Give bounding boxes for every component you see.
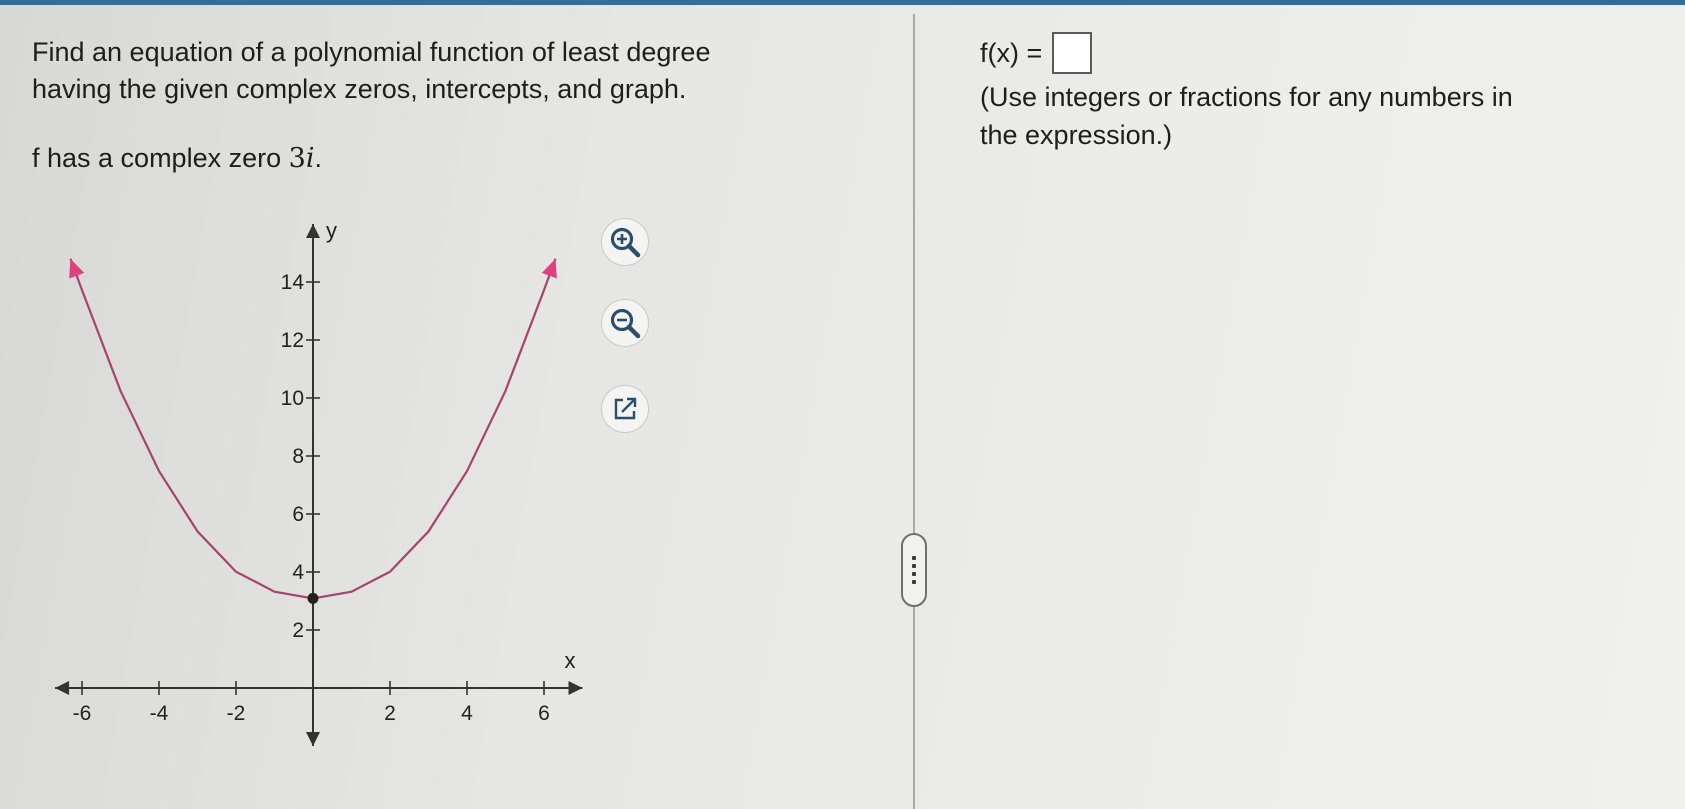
x-axis-right-arrow: [568, 681, 583, 695]
answer-instructions: (Use integers or fractions for any numbe…: [980, 78, 1640, 154]
y-tick-label: 12: [281, 329, 304, 352]
y-tick-label: 14: [281, 271, 305, 294]
y-tick-label: 8: [292, 445, 304, 468]
curve-right-arrow: [541, 258, 557, 279]
zero-value: 3i: [289, 143, 315, 174]
answer-row: f(x) =: [980, 32, 1093, 74]
zoom-out-button[interactable]: [601, 299, 649, 347]
external-link-icon: [614, 397, 637, 420]
zero-suffix: .: [314, 143, 322, 173]
y-axis-label: y: [326, 218, 337, 243]
y-intercept-point: [307, 592, 319, 604]
handle-dot: [912, 564, 916, 568]
y-tick-label: 10: [281, 387, 304, 410]
top-accent-bar: [0, 0, 1685, 5]
x-tick-label: 2: [384, 702, 396, 725]
y-tick-label: 4: [292, 561, 304, 584]
instruction-line-1: (Use integers or fractions for any numbe…: [980, 82, 1513, 112]
y-axis-up-arrow: [306, 224, 320, 238]
x-tick-label: -4: [150, 702, 169, 725]
zoom-out-icon: [610, 308, 641, 339]
handle-dot: [912, 556, 916, 560]
question-line-2: having the given complex zeros, intercep…: [32, 74, 687, 104]
answer-input-box[interactable]: [1052, 32, 1093, 74]
handle-dot: [912, 580, 916, 584]
x-tick-label: -2: [227, 702, 246, 725]
zoom-in-icon: [610, 227, 641, 258]
handle-dot: [912, 572, 916, 576]
y-tick-label: 6: [292, 503, 304, 526]
y-axis-down-arrow: [306, 732, 320, 746]
panel-resize-handle[interactable]: [901, 533, 927, 607]
answer-label: f(x) =: [980, 37, 1043, 68]
y-tick-label: 2: [292, 619, 304, 642]
popout-graph-button[interactable]: [601, 385, 649, 433]
x-axis-left-arrow: [55, 681, 70, 695]
zero-prefix: f has a complex zero: [32, 143, 289, 173]
zero-number: 3: [288, 143, 306, 174]
x-axis-label: x: [565, 648, 576, 673]
curve-left-arrow: [69, 258, 85, 279]
complex-zero-statement: f has a complex zero 3i.: [32, 143, 322, 174]
x-tick-label: -6: [73, 702, 92, 725]
panel-divider: [913, 14, 915, 809]
x-tick-label: 4: [461, 702, 473, 725]
question-prompt: Find an equation of a polynomial functio…: [32, 34, 832, 108]
polynomial-graph: -6 -4 -2 2 4 6 2 4 6 8 10 12 14 x y: [55, 218, 583, 746]
question-line-1: Find an equation of a polynomial functio…: [32, 37, 711, 67]
x-tick-label: 6: [538, 702, 550, 725]
instruction-line-2: the expression.): [980, 120, 1173, 150]
zoom-in-button[interactable]: [601, 218, 649, 266]
